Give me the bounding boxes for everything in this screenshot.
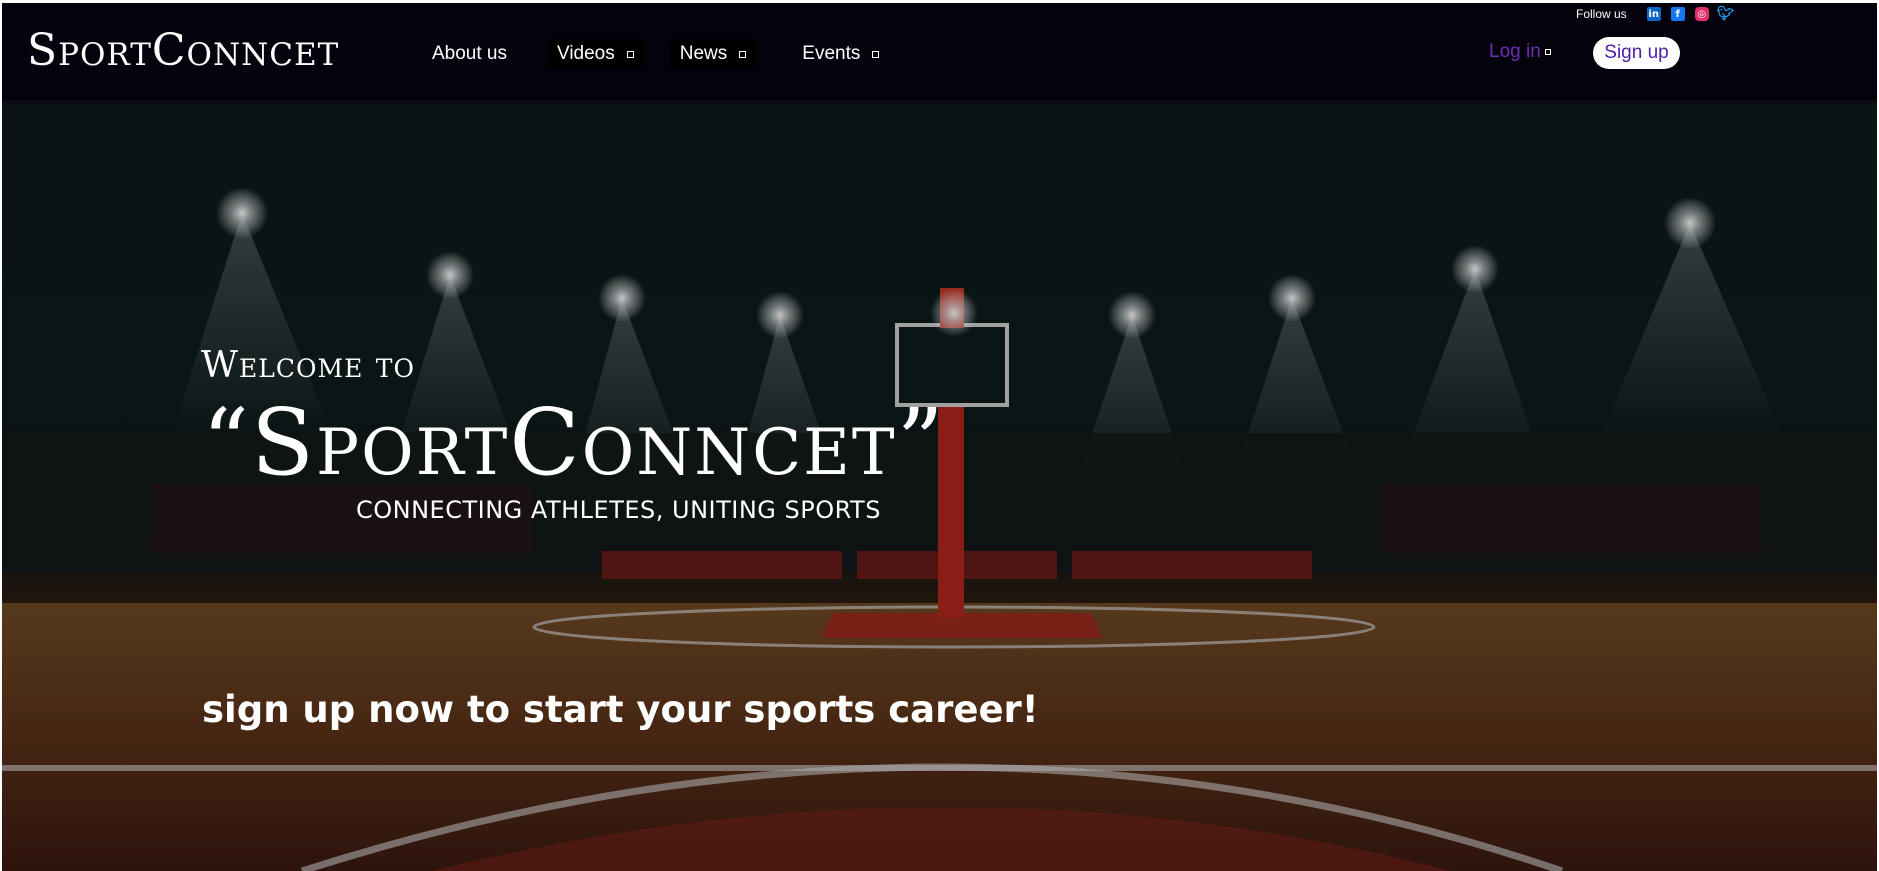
linkedin-icon[interactable]: in [1646, 7, 1661, 21]
nav-about-us[interactable]: About us [422, 39, 517, 69]
signup-call-to-action: sign up now to start your sports career! [202, 688, 1039, 731]
dropdown-icon [626, 50, 634, 58]
login-icon [1544, 49, 1551, 55]
nav-videos-label: Videos [557, 43, 615, 64]
main-nav: About us Videos News Events [422, 39, 919, 69]
site-header: SportConncet About us Videos News Events… [2, 3, 1877, 102]
hero-tagline: CONNECTING ATHLETES, UNITING SPORTS [356, 496, 881, 524]
facebook-icon[interactable]: f [1670, 7, 1685, 21]
hero-title: “SportConncet” [202, 389, 946, 496]
page-frame: SportConncet About us Videos News Events… [2, 3, 1877, 871]
nav-events[interactable]: Events [792, 39, 890, 69]
nav-videos[interactable]: Videos [547, 39, 644, 69]
signup-button[interactable]: Sign up [1593, 37, 1680, 69]
hero-banner: Welcome to “SportConncet” CONNECTING ATH… [2, 103, 1877, 871]
twitter-icon[interactable]: 🐦︎ [1717, 6, 1735, 22]
nav-events-label: Events [802, 43, 861, 64]
dropdown-icon [872, 50, 880, 58]
nav-news-label: News [679, 43, 728, 64]
social-follow: Follow us in f ◎ 🐦︎ [1576, 6, 1735, 22]
follow-us-label: Follow us [1576, 7, 1627, 21]
login-link[interactable]: Log in [1489, 41, 1551, 63]
login-label: Log in [1489, 41, 1541, 62]
site-logo[interactable]: SportConncet [27, 29, 339, 73]
instagram-icon[interactable]: ◎ [1694, 7, 1709, 21]
nav-about-us-label: About us [432, 43, 507, 64]
dropdown-icon [739, 50, 747, 58]
welcome-heading: Welcome to [201, 345, 415, 386]
nav-news[interactable]: News [669, 39, 757, 69]
